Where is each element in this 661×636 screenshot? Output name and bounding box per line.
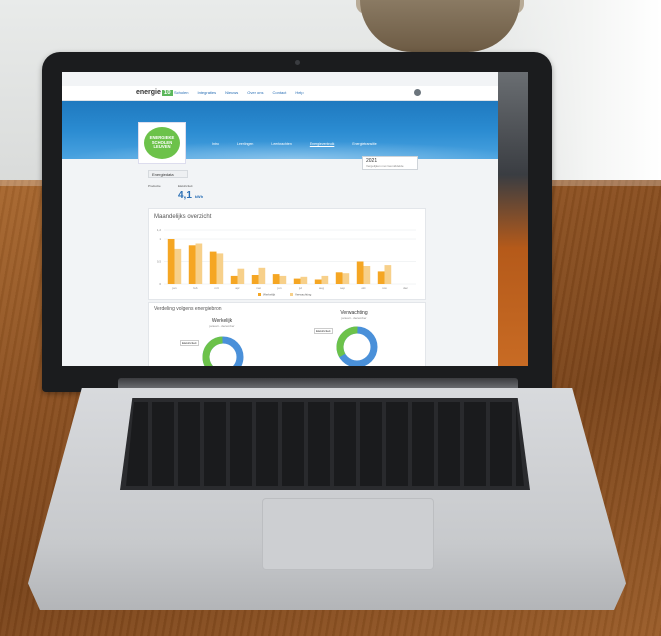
legend-label: Werkelijk (263, 293, 276, 297)
bar-werkelijk-jul (293, 278, 301, 284)
legend-label: Verwachting (295, 293, 312, 297)
bar-verwachting-feb (195, 243, 203, 284)
laptop-screen: energie 10 Scholen Integraties Nieuws Ove… (62, 72, 528, 366)
donut-chart-2 (336, 326, 378, 366)
school-badge: ENERGIEKE SCHOLEN LEUVEN (138, 122, 186, 164)
distribution-title: Verdeling volgens energiebron (154, 306, 222, 312)
tab-intro[interactable]: Intro (212, 142, 219, 146)
user-icon[interactable] (414, 89, 421, 96)
bar-werkelijk-okt (356, 261, 364, 284)
nav-item-scholen[interactable]: Scholen (174, 90, 188, 95)
bar-werkelijk-apr (230, 275, 238, 284)
year-select-sub: Vergelijken met Gemiddelde (366, 164, 404, 168)
bar-werkelijk-mei (251, 275, 259, 284)
header-banner (62, 101, 528, 159)
donut-1-sub: januari - december (209, 324, 235, 328)
logo-badge: 10 (161, 90, 173, 96)
x-tick-label: mrt (214, 286, 218, 290)
bar-verwachting-mei (258, 267, 266, 284)
y-tick-label: 1 (159, 237, 161, 241)
background-rock (498, 72, 528, 366)
keyboard-keys (126, 402, 524, 486)
nav-menu: Scholen Integraties Nieuws Over ons Cont… (174, 90, 304, 95)
top-nav: energie 10 Scholen Integraties Nieuws Ove… (62, 86, 528, 101)
donut-2-sub: januari - december (341, 316, 367, 320)
x-tick-label: jan (171, 286, 176, 290)
logo-text: energie (136, 89, 161, 96)
energiedata-dropdown[interactable]: Energiedata (148, 170, 188, 178)
bar-werkelijk-sep (335, 272, 343, 284)
bar-verwachting-nov (384, 265, 392, 284)
big-stat-value: 4,1 (178, 190, 192, 201)
trackpad (262, 498, 434, 570)
x-tick-label: aug (319, 286, 324, 290)
bar-werkelijk-aug (314, 279, 322, 284)
site-logo[interactable]: energie 10 (136, 89, 173, 96)
tab-leerkrachten[interactable]: Leerkrachten (271, 142, 291, 146)
tab-energieverbruik[interactable]: Energieverbruik (310, 142, 335, 146)
y-tick-label: 0,5 (157, 260, 162, 264)
tab-energietransitie[interactable]: Energietransitie (352, 142, 376, 146)
x-tick-label: apr (235, 286, 239, 290)
nav-item-integraties[interactable]: Integraties (197, 90, 216, 95)
donut-chart-1 (202, 336, 244, 366)
badge-line-3: LEUVEN (153, 144, 171, 150)
x-tick-label: feb (193, 286, 198, 290)
bar-verwachting-sep (342, 273, 350, 284)
bar-verwachting-okt (363, 266, 371, 284)
bar-verwachting-jul (300, 276, 308, 284)
school-subtabs: Intro Leerlingen Leerkrachten Energiever… (212, 142, 377, 146)
y-tick-label: 0 (159, 282, 161, 286)
y-tick-label: 1,2 (157, 228, 162, 232)
bar-werkelijk-feb (188, 245, 196, 284)
bar-verwachting-jan (174, 248, 182, 284)
x-tick-label: okt (361, 286, 365, 290)
bar-werkelijk-jan (167, 239, 175, 284)
nav-item-over-ons[interactable]: Over ons (247, 90, 263, 95)
x-tick-label: jul (298, 286, 302, 290)
energiedata-dropdown-label: Energiedata (152, 172, 174, 177)
nav-item-contact[interactable]: Contact (273, 90, 287, 95)
bar-verwachting-mrt (216, 253, 224, 284)
chart-title: Maandelijks overzicht (154, 214, 212, 220)
donut-1-label: Werkelijk januari - december (202, 318, 242, 328)
bar-verwachting-jun (279, 275, 287, 284)
tab-leerlingen[interactable]: Leerlingen (237, 142, 253, 146)
bar-verwachting-aug (321, 275, 329, 284)
bar-werkelijk-mrt (209, 251, 217, 284)
donut-2-tag: Elektriciteit (314, 328, 333, 334)
nav-item-help[interactable]: Help (295, 90, 303, 95)
badge-logo: ENERGIEKE SCHOLEN LEUVEN (144, 127, 180, 159)
bar-werkelijk-nov (377, 271, 385, 284)
x-tick-label: mei (256, 286, 261, 290)
donut-1-tag: Elektriciteit (180, 340, 199, 346)
webcam (295, 60, 300, 65)
bar-werkelijk-jun (272, 274, 280, 284)
year-select[interactable]: 2021 Vergelijken met Gemiddelde (362, 156, 418, 170)
donut-2-label: Verwachting januari - december (334, 310, 374, 320)
x-tick-label: nov (382, 286, 387, 290)
monthly-bar-chart: 0 0,5 1 1,2 jan feb mrt apr mei jun jul aug sep okt no… (157, 228, 416, 297)
photo-scene: energie 10 Scholen Integraties Nieuws Ove… (0, 0, 661, 636)
stat-label-elektriciteit: Elektriciteit (178, 184, 193, 188)
legend-swatch (258, 293, 261, 296)
legend-swatch (290, 293, 293, 296)
big-stat: 4,1 kWh (178, 190, 203, 201)
x-tick-label: sep (340, 286, 345, 290)
bar-verwachting-apr (237, 268, 245, 284)
big-stat-unit: kWh (194, 194, 204, 199)
x-tick-label: jun (276, 286, 281, 290)
nav-item-nieuws[interactable]: Nieuws (225, 90, 238, 95)
x-tick-label: dec (403, 286, 408, 290)
